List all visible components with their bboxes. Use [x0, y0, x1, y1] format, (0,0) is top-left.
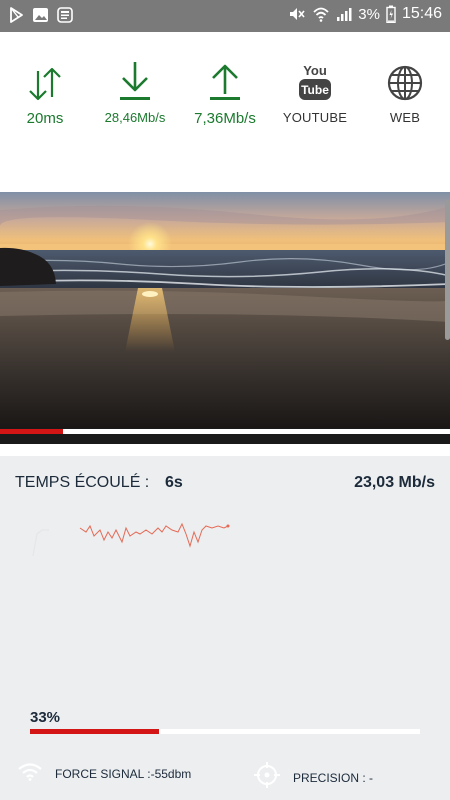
- download-arrow-icon: [90, 58, 180, 102]
- signal-strength: FORCE SIGNAL :-55dbm: [17, 761, 191, 786]
- scrollbar[interactable]: [445, 200, 450, 340]
- youtube-icon: You Tube: [270, 58, 360, 102]
- ping-metric[interactable]: 20ms: [0, 58, 90, 127]
- web-test-button[interactable]: WEB: [360, 58, 450, 125]
- video-progress-fill: [0, 429, 63, 434]
- play-store-icon: [8, 7, 24, 23]
- battery-icon: [386, 5, 396, 23]
- ping-value: 20ms: [26, 110, 64, 127]
- signal-strength-text: FORCE SIGNAL :-55dbm: [55, 766, 192, 781]
- precision: PRECISION : -: [253, 761, 373, 794]
- signal-icon: [336, 6, 352, 22]
- image-icon: [32, 7, 49, 23]
- globe-icon: [360, 58, 450, 102]
- clock: 15:46: [401, 5, 442, 22]
- metrics-bar: 20ms 28,46Mb/s 7,36Mb/s You Tube YOUTUBE…: [0, 32, 450, 192]
- video-progress-track[interactable]: [0, 429, 450, 434]
- test-panel: TEMPS ÉCOULÉ : 6s 23,03 Mb/s 33% FORCE S…: [0, 456, 450, 800]
- elapsed-time-label: TEMPS ÉCOULÉ :: [15, 474, 150, 491]
- web-label: WEB: [389, 110, 421, 125]
- speed-graph-line: [79, 522, 229, 548]
- upload-value: 7,36Mb/s: [194, 110, 256, 127]
- youtube-label: YOUTUBE: [282, 110, 348, 125]
- speed-graph-point: [226, 524, 230, 528]
- speed-graph: [32, 522, 230, 557]
- precision-text: PRECISION : -: [293, 770, 374, 785]
- upload-metric[interactable]: 7,36Mb/s: [180, 58, 270, 127]
- arrows-up-down-icon: [0, 58, 90, 102]
- download-metric[interactable]: 28,46Mb/s: [90, 58, 180, 125]
- youtube-test-button[interactable]: You Tube YOUTUBE: [270, 58, 360, 125]
- system-status: 3% 15:46: [288, 5, 442, 23]
- video-frame: [0, 192, 450, 444]
- battery-percent: 3%: [358, 5, 380, 23]
- current-speed: 23,03 Mb/s: [354, 474, 435, 491]
- youtube-logo-top: You: [303, 63, 327, 78]
- elapsed-time-value: 6s: [165, 474, 183, 491]
- wifi-signal-icon: [17, 761, 43, 786]
- wifi-icon: [312, 5, 330, 23]
- notification-icons: [8, 7, 73, 23]
- progress-percent: 33%: [30, 709, 61, 726]
- mute-icon: [288, 5, 306, 23]
- speed-graph-baseline: [32, 529, 49, 557]
- download-value: 28,46Mb/s: [104, 110, 166, 125]
- news-icon: [57, 7, 73, 23]
- youtube-logo-bottom: Tube: [301, 83, 329, 97]
- upload-arrow-icon: [180, 58, 270, 102]
- status-bar: 3% 15:46: [0, 0, 450, 32]
- crosshair-icon: [253, 761, 281, 794]
- video-player[interactable]: [0, 192, 450, 444]
- test-progress-fill: [30, 729, 159, 734]
- test-progress-track: [30, 729, 420, 734]
